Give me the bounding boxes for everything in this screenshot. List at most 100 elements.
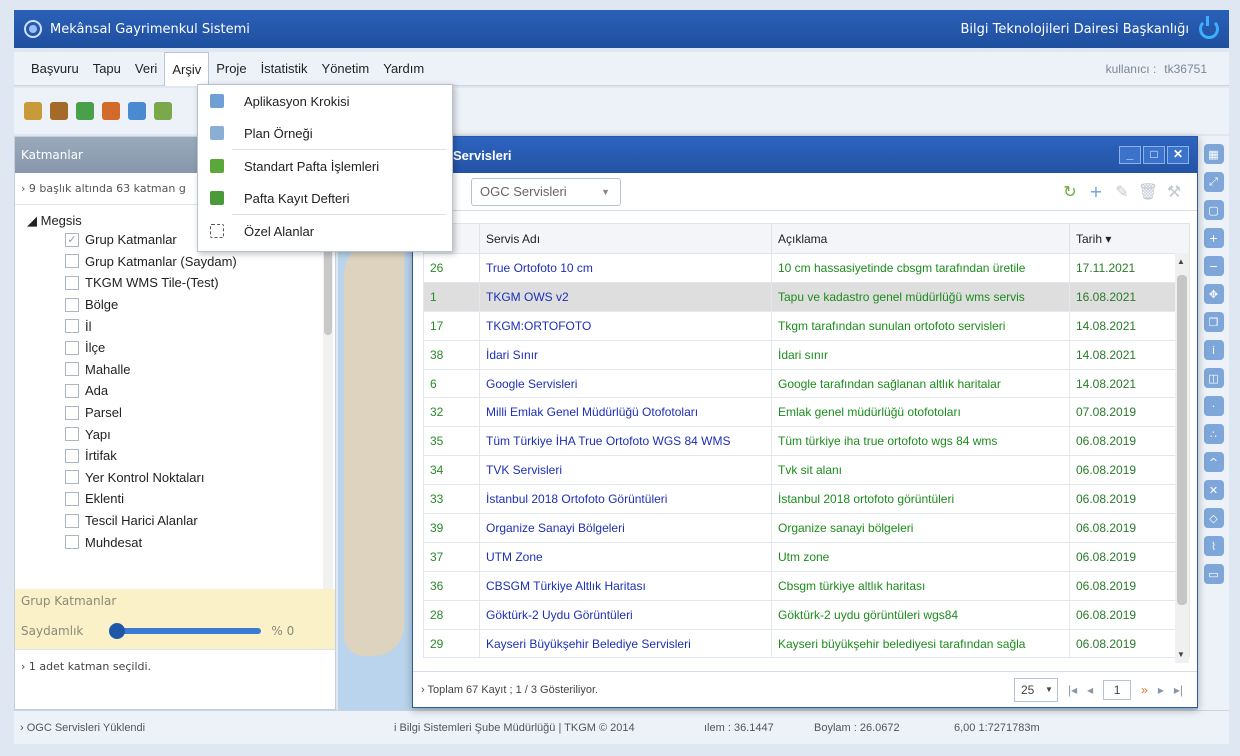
points-icon[interactable]: ∴: [1203, 424, 1224, 444]
checkbox[interactable]: [65, 491, 79, 506]
book-icon[interactable]: [24, 102, 42, 120]
checkbox[interactable]: [65, 362, 79, 377]
identify-icon[interactable]: ◫: [1203, 368, 1224, 388]
table-row[interactable]: 34 TVK Servisleri Tvk sit alanı 06.08.2019: [423, 455, 1190, 486]
menu-arsiv[interactable]: Arşiv: [164, 51, 210, 86]
scroll-up-icon[interactable]: ▲: [1177, 257, 1185, 266]
fast-forward-icon[interactable]: »: [1141, 683, 1148, 697]
next-page-icon[interactable]: ▸: [1158, 683, 1164, 697]
layer-item[interactable]: TKGM WMS Tile-(Test): [15, 272, 335, 294]
table-row-selected[interactable]: 1 TKGM OWS v2 Tapu ve kadastro genel müdür…: [423, 281, 1190, 312]
minimize-icon[interactable]: _: [1119, 146, 1141, 164]
refresh-icon[interactable]: ↻: [1061, 182, 1079, 201]
layer-item[interactable]: Eklenti: [15, 488, 335, 510]
polygon-icon[interactable]: ◇: [1203, 508, 1224, 528]
checkbox[interactable]: [65, 383, 79, 398]
table-row[interactable]: 28 Göktürk-2 Uydu Görüntüleri Göktürk-2 uy…: [423, 599, 1190, 630]
service-type-select[interactable]: OGC Servisleri ▼: [471, 177, 621, 206]
map-sheet-icon[interactable]: [76, 102, 94, 120]
menu-yardim[interactable]: Yardım: [376, 52, 431, 86]
add-icon[interactable]: +: [1087, 182, 1105, 201]
menu-tapu[interactable]: Tapu: [86, 52, 128, 86]
layer-item[interactable]: Muhdesat: [15, 531, 335, 553]
checkbox[interactable]: [65, 254, 79, 269]
close-icon[interactable]: ✕: [1167, 146, 1189, 164]
table-row[interactable]: 35 Tüm Türkiye İHA True Ortofoto WGS 84 W…: [423, 426, 1190, 457]
column-header-description[interactable]: Açıklama: [771, 223, 1070, 254]
table-row[interactable]: 6 Google Servisleri Google tarafından sağl…: [423, 368, 1190, 399]
checkbox-checked-icon[interactable]: ✓: [65, 232, 79, 247]
menu-item-pafta-kayit-defteri[interactable]: Pafta Kayıt Defteri: [198, 182, 452, 214]
table-row[interactable]: 36 CBSGM Türkiye Altlık Haritası Cbsgm tür…: [423, 570, 1190, 601]
edit-icon[interactable]: ✎: [1113, 182, 1131, 201]
print-icon[interactable]: ▭: [1203, 564, 1224, 584]
layer-item[interactable]: İl: [15, 315, 335, 337]
menu-yonetim[interactable]: Yönetim: [315, 52, 377, 86]
layer-item[interactable]: İrtifak: [15, 445, 335, 467]
windows-icon[interactable]: ❐: [1203, 312, 1224, 332]
pan-icon[interactable]: ✥: [1203, 284, 1224, 304]
menu-item-standart-pafta[interactable]: Standart Pafta İşlemleri: [198, 150, 452, 182]
books-icon[interactable]: [50, 102, 68, 120]
page-number-input[interactable]: 1: [1103, 679, 1132, 700]
checkbox[interactable]: [65, 405, 79, 420]
layer-item[interactable]: İlçe: [15, 337, 335, 359]
checkbox[interactable]: [65, 340, 79, 355]
line-icon[interactable]: ^: [1203, 452, 1224, 472]
scroll-thumb[interactable]: [1177, 275, 1187, 605]
prev-page-icon[interactable]: ◂: [1087, 683, 1093, 697]
menu-veri[interactable]: Veri: [128, 52, 164, 86]
tools-icon[interactable]: ⚒: [1165, 182, 1183, 201]
checkbox[interactable]: [65, 275, 79, 290]
zoom-out-icon[interactable]: −: [1203, 256, 1224, 276]
checkbox[interactable]: [65, 513, 79, 528]
maximize-icon[interactable]: □: [1143, 146, 1165, 164]
menu-basvuru[interactable]: Başvuru: [24, 52, 86, 86]
full-extent-icon[interactable]: ⤢: [1203, 172, 1224, 192]
checkbox[interactable]: [65, 470, 79, 485]
table-row[interactable]: 32 Milli Emlak Genel Müdürlüğü Otofotolar…: [423, 397, 1190, 428]
first-page-icon[interactable]: |◂: [1068, 683, 1077, 697]
layer-item[interactable]: Parsel: [15, 402, 335, 424]
layers-icon[interactable]: ▦: [1203, 144, 1224, 164]
export-icon[interactable]: [128, 102, 146, 120]
menu-item-aplikasyon-krokisi[interactable]: Aplikasyon Krokisi: [198, 85, 452, 117]
opacity-slider[interactable]: [109, 623, 262, 639]
point-icon[interactable]: ·: [1203, 396, 1224, 416]
column-header-date[interactable]: Tarih ▾: [1069, 223, 1190, 254]
table-row[interactable]: 17 TKGM:ORTOFOTO Tkgm tarafından sunulan o…: [423, 310, 1190, 341]
checkbox[interactable]: [65, 427, 79, 442]
document-icon[interactable]: [154, 102, 172, 120]
power-icon[interactable]: [1199, 16, 1219, 39]
info-icon[interactable]: i: [1203, 340, 1224, 360]
table-row[interactable]: 38 İdari Sınır İdari sınır 14.08.2021: [423, 339, 1190, 370]
last-page-icon[interactable]: ▸|: [1174, 683, 1183, 697]
table-row[interactable]: 33 İstanbul 2018 Ortofoto Görüntüleri İsta…: [423, 484, 1190, 515]
table-row[interactable]: 26 True Ortofoto 10 cm 10 cm hassasiyetind…: [423, 253, 1190, 283]
page-size-select[interactable]: 25 ▼: [1013, 677, 1058, 702]
menu-item-plan-ornegi[interactable]: Plan Örneği: [198, 117, 452, 149]
layer-item[interactable]: Yer Kontrol Noktaları: [15, 467, 335, 489]
dialog-titlebar[interactable]: Servisleri _ □ ✕: [413, 137, 1197, 173]
menu-proje[interactable]: Proje: [209, 52, 253, 86]
table-row[interactable]: 29 Kayseri Büyükşehir Belediye Servisleri…: [423, 628, 1190, 659]
column-header-name[interactable]: Servis Adı: [479, 223, 772, 254]
users-icon[interactable]: [102, 102, 120, 120]
table-row[interactable]: 37 UTM Zone Utm zone 06.08.2019: [423, 541, 1190, 572]
layer-item[interactable]: Tescil Harici Alanlar: [15, 510, 335, 532]
layer-item[interactable]: Mahalle: [15, 359, 335, 381]
layer-item[interactable]: Bölge: [15, 294, 335, 316]
menu-istatistik[interactable]: İstatistik: [254, 52, 315, 86]
grid-scrollbar[interactable]: ▲ ▼: [1175, 253, 1189, 663]
checkbox[interactable]: [65, 297, 79, 312]
zoom-box-icon[interactable]: ▢: [1203, 200, 1224, 220]
checkbox[interactable]: [65, 319, 79, 334]
zoom-in-icon[interactable]: +: [1203, 228, 1224, 248]
scroll-down-icon[interactable]: ▼: [1177, 650, 1185, 659]
trash-icon[interactable]: 🗑: [1138, 182, 1158, 201]
tree-scrollbar[interactable]: [323, 205, 333, 589]
layer-item[interactable]: Grup Katmanlar (Saydam): [15, 251, 335, 273]
checkbox[interactable]: [65, 448, 79, 463]
layer-item[interactable]: Yapı: [15, 423, 335, 445]
checkbox[interactable]: [65, 535, 79, 550]
